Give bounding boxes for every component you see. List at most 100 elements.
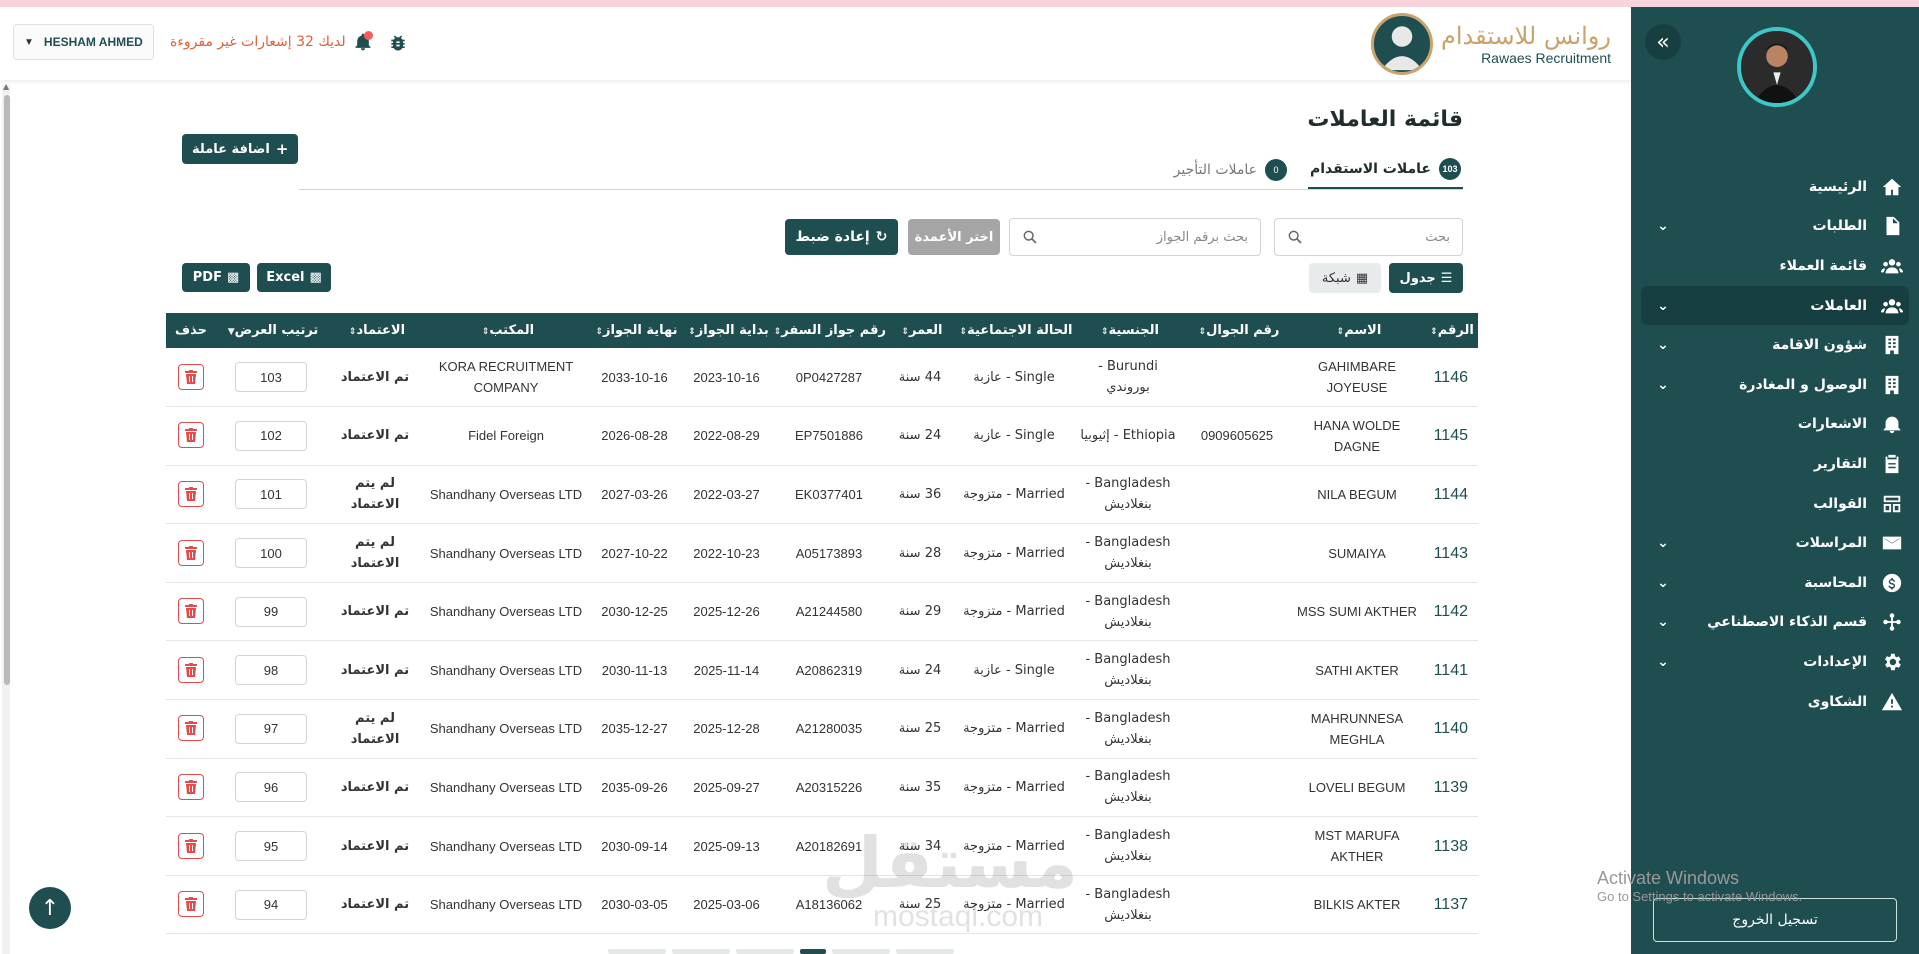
sort-icon[interactable]: ⇕ [901, 327, 909, 337]
display-order-input[interactable]: 101 [235, 479, 307, 510]
cell-name[interactable]: HANA WOLDE DAGNE [1292, 406, 1422, 466]
sort-icon[interactable]: ⇕ [1199, 327, 1207, 337]
avatar[interactable] [1737, 27, 1817, 107]
table-row[interactable]: 1140 MAHRUNNESA MEGHLA Bangladesh - بنغلاد… [166, 699, 1478, 759]
sidebar-item-7[interactable]: الاشعارات [1631, 405, 1919, 445]
sidebar-item-10[interactable]: المراسلات ⌄ [1631, 523, 1919, 563]
trash-icon[interactable] [178, 832, 204, 859]
column-header[interactable]: الجنسية⇕ [1074, 313, 1182, 348]
sort-icon[interactable]: ⇕ [1101, 327, 1109, 337]
cell-id[interactable]: 1140 [1422, 699, 1478, 759]
cell-name[interactable]: MSS SUMI AKTHER [1292, 582, 1422, 642]
sidebar-item-2[interactable]: الطلبات ⌄ [1631, 207, 1919, 247]
trash-icon[interactable] [178, 715, 204, 742]
display-order-input[interactable]: 94 [235, 889, 307, 920]
sort-icon[interactable]: ⇕ [349, 327, 357, 337]
display-order-input[interactable]: 102 [235, 420, 307, 451]
export-pdf-button[interactable]: ▩ PDF [182, 263, 250, 292]
cell-id[interactable]: 1142 [1422, 582, 1478, 642]
tab-recruitment-workers[interactable]: 103 عاملات الاستقدام [1308, 150, 1463, 189]
cell-name[interactable]: SATHI AKTER [1292, 640, 1422, 701]
display-order-input[interactable]: 98 [235, 655, 307, 686]
table-view-button[interactable]: ☰ جدول [1389, 263, 1463, 293]
cell-id[interactable]: 1146 [1422, 348, 1478, 408]
table-row[interactable]: 1141 SATHI AKTER Bangladesh - بنغلاديش Sing… [166, 640, 1478, 701]
column-header[interactable]: الحالة الاجتماعية⇕ [954, 313, 1074, 348]
cell-name[interactable]: LOVELI BEGUM [1292, 758, 1422, 818]
table-row[interactable]: 1142 MSS SUMI AKTHER Bangladesh - بنغلاديش… [166, 582, 1478, 642]
logout-button[interactable]: تسجيل الخروج [1653, 898, 1897, 942]
column-header[interactable]: الاسم⇕ [1292, 313, 1422, 348]
cell-name[interactable]: GAHIMBARE JOYEUSE [1292, 348, 1422, 408]
display-order-input[interactable]: 95 [235, 831, 307, 862]
sidebar-item-9[interactable]: القوالب [1631, 484, 1919, 524]
sort-icon[interactable]: ⇕ [1337, 327, 1345, 337]
sort-icon[interactable]: ⇕ [596, 327, 604, 337]
sidebar-item-1[interactable]: الرئيسية [1631, 167, 1919, 207]
sort-icon[interactable]: ⇕ [960, 327, 968, 337]
table-row[interactable]: 1145 HANA WOLDE DAGNE 0909605625 Ethiopia -… [166, 406, 1478, 466]
column-header[interactable]: حذف [166, 313, 216, 348]
page-indicator[interactable] [608, 949, 666, 954]
table-row[interactable]: 1139 LOVELI BEGUM Bangladesh - بنغلاديش Mar… [166, 758, 1478, 818]
column-header[interactable]: نهاية الجواز⇕ [588, 313, 681, 348]
cell-name[interactable]: NILA BEGUM [1292, 465, 1422, 525]
trash-icon[interactable] [178, 363, 204, 390]
scrollbar-thumb[interactable] [4, 95, 10, 685]
current-page-indicator[interactable] [800, 949, 826, 954]
sort-icon[interactable]: ⇕ [482, 327, 490, 337]
display-order-input[interactable]: 100 [235, 538, 307, 569]
table-row[interactable]: 1137 BILKIS AKTER Bangladesh - بنغلاديش Mar… [166, 875, 1478, 935]
sidebar-item-11[interactable]: المحاسبة ⌄ [1631, 563, 1919, 603]
column-header[interactable]: رقم جواز السفر⇕ [772, 313, 886, 348]
table-row[interactable]: 1143 SUMAIYA Bangladesh - بنغلاديش Married … [166, 523, 1478, 583]
page-indicator[interactable] [832, 949, 890, 954]
cell-id[interactable]: 1143 [1422, 523, 1478, 583]
sidebar-item-14[interactable]: الشكاوى [1631, 682, 1919, 722]
trash-icon[interactable] [178, 656, 204, 683]
bug-icon[interactable] [386, 33, 408, 55]
search-input[interactable]: بحث [1274, 218, 1463, 256]
export-excel-button[interactable]: ▩ Excel [257, 263, 331, 292]
column-header[interactable]: رقم الجوال⇕ [1182, 313, 1292, 348]
trash-icon[interactable] [178, 422, 204, 449]
cell-name[interactable]: SUMAIYA [1292, 523, 1422, 583]
cell-name[interactable]: MAHRUNNESA MEGHLA [1292, 699, 1422, 759]
column-header[interactable]: الاعتماد⇕ [326, 313, 424, 348]
sidebar-item-8[interactable]: التقارير [1631, 444, 1919, 484]
column-header[interactable]: المكتب⇕ [424, 313, 588, 348]
display-order-input[interactable]: 99 [235, 596, 307, 627]
tab-rental-workers[interactable]: 0 عاملات التأجير [1174, 150, 1287, 189]
cell-name[interactable]: MST MARUFA AKTHER [1292, 816, 1422, 876]
sidebar-item-13[interactable]: الإعدادات ⌄ [1631, 642, 1919, 682]
brand[interactable]: روانس للاستقدام Rawaes Recruitment [1370, 13, 1611, 75]
add-worker-button[interactable]: + اضافة عاملة [182, 134, 299, 164]
table-row[interactable]: 1146 GAHIMBARE JOYEUSE Burundi - بوروندي Si… [166, 348, 1478, 408]
cell-name[interactable]: BILKIS AKTER [1292, 875, 1422, 935]
column-header[interactable]: العمر⇕ [886, 313, 954, 348]
display-order-input[interactable]: 97 [235, 713, 307, 744]
cell-id[interactable]: 1145 [1422, 406, 1478, 466]
grid-view-button[interactable]: ▦ شبكة [1309, 263, 1381, 293]
sort-icon[interactable]: ⇕ [774, 327, 782, 337]
trash-icon[interactable] [178, 891, 204, 918]
column-header[interactable]: الرقم⇕ [1422, 313, 1478, 348]
bell-icon[interactable] [349, 31, 373, 55]
sidebar-item-12[interactable]: قسم الذكاء الاصطناعي ⌄ [1631, 603, 1919, 643]
scroll-up-arrow-icon[interactable]: ▲ [3, 82, 9, 91]
trash-icon[interactable] [178, 598, 204, 625]
trash-icon[interactable] [178, 539, 204, 566]
cell-id[interactable]: 1144 [1422, 465, 1478, 525]
cell-id[interactable]: 1139 [1422, 758, 1478, 818]
trash-icon[interactable] [178, 480, 204, 507]
page-indicator[interactable] [736, 949, 794, 954]
sidebar-item-6[interactable]: الوصول و المغادرة ⌄ [1631, 365, 1919, 405]
sidebar-item-5[interactable]: شؤون الاقامة ⌄ [1631, 325, 1919, 365]
reset-button[interactable]: ↻ إعادة ضبط [785, 219, 898, 255]
sort-desc-icon[interactable]: ▼ [228, 327, 235, 337]
cell-id[interactable]: 1138 [1422, 816, 1478, 876]
collapse-sidebar-icon[interactable]: » [1645, 24, 1681, 60]
table-row[interactable]: 1138 MST MARUFA AKTHER Bangladesh - بنغلاد… [166, 816, 1478, 876]
pagination[interactable] [608, 949, 954, 954]
column-header[interactable]: بداية الجواز⇕ [681, 313, 772, 348]
